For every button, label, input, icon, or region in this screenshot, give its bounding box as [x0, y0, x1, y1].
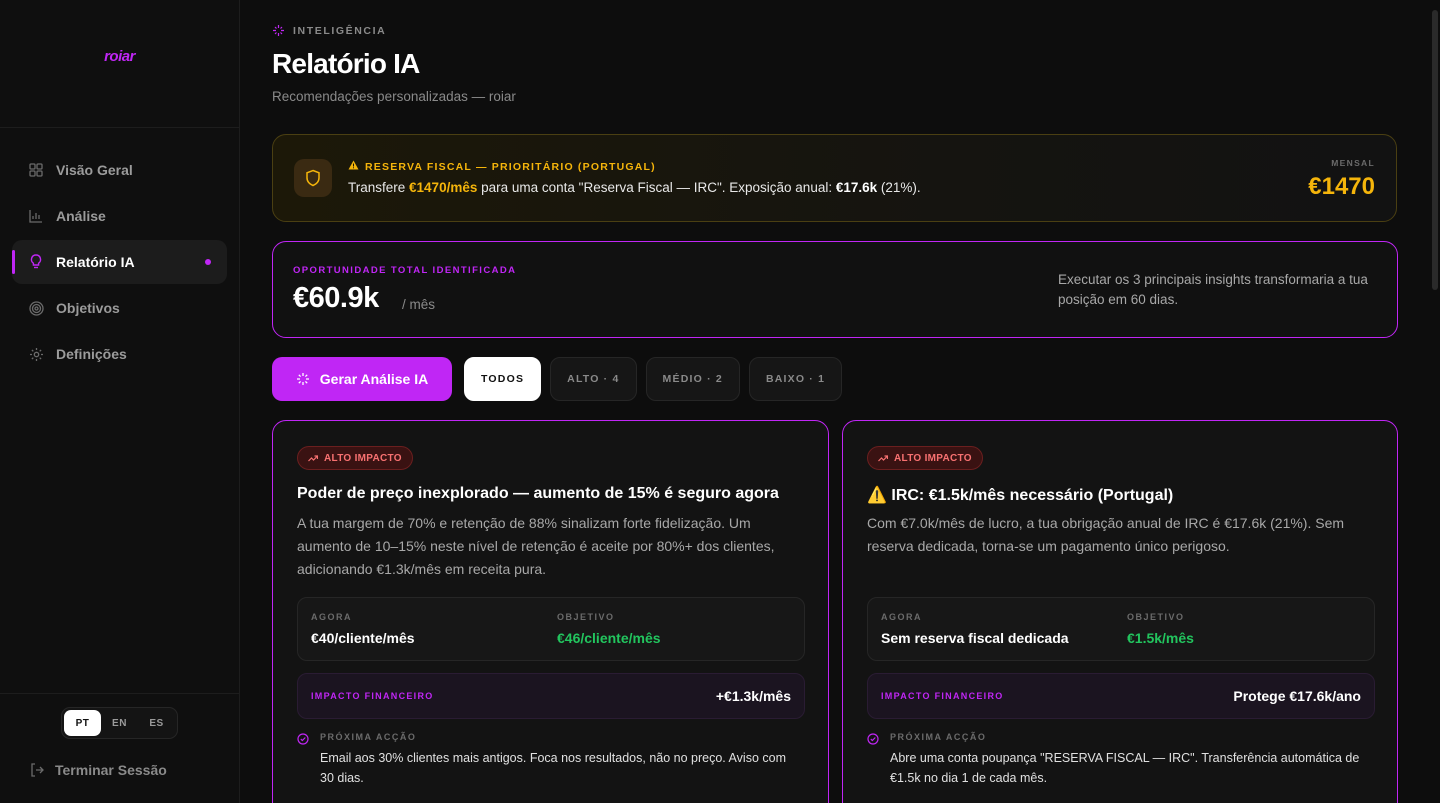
- financial-impact: IMPACTO FINANCEIRO Protege €17.6k/ano: [867, 673, 1375, 719]
- language-es-button[interactable]: ES: [138, 710, 175, 736]
- total-opportunity-card: OPORTUNIDADE TOTAL IDENTIFICADA €60.9k /…: [272, 241, 1398, 338]
- alert-amount-value: €1470: [1308, 173, 1375, 200]
- opportunity-value: €60.9k: [293, 282, 379, 314]
- sparkle-icon: [273, 25, 284, 36]
- insight-card[interactable]: ALTO IMPACTO ⚠️ IRC: €1.5k/mês necessári…: [842, 420, 1398, 803]
- check-circle-icon: [867, 733, 879, 745]
- metric-now: AGORA Sem reserva fiscal dedicada: [881, 612, 1069, 646]
- sidebar-item-label: Objetivos: [56, 300, 120, 316]
- metric-now: AGORA €40/cliente/mês: [311, 612, 415, 646]
- language-pt-button[interactable]: PT: [64, 710, 101, 736]
- metric-goal: OBJETIVO €1.5k/mês: [1127, 612, 1194, 646]
- logout-button[interactable]: Terminar Sessão: [30, 762, 167, 778]
- opportunity-label: OPORTUNIDADE TOTAL IDENTIFICADA: [293, 265, 517, 276]
- insight-metrics: AGORA €40/cliente/mês OBJETIVO €46/clien…: [297, 597, 805, 661]
- sidebar-item-objetivos[interactable]: Objetivos: [12, 286, 227, 330]
- insight-card[interactable]: ALTO IMPACTO Poder de preço inexplorado …: [272, 420, 829, 803]
- insight-title: ⚠️ IRC: €1.5k/mês necessário (Portugal): [867, 487, 1174, 504]
- language-en-button[interactable]: EN: [101, 710, 138, 736]
- sidebar-item-label: Relatório IA: [56, 254, 135, 270]
- insight-description: Com €7.0k/mês de lucro, a tua obrigação …: [867, 515, 1345, 554]
- filter-alto[interactable]: ALTO · 4: [550, 357, 637, 401]
- bar-chart-icon: [28, 208, 44, 224]
- language-switcher: PT EN ES: [61, 707, 178, 739]
- generate-ai-analysis-button[interactable]: Gerar Análise IA: [272, 357, 452, 401]
- sidebar-item-visao-geral[interactable]: Visão Geral: [12, 148, 227, 192]
- sidebar: roiar Visão Geral Análise Relatório IA O…: [0, 0, 240, 803]
- sidebar-item-label: Visão Geral: [56, 162, 133, 178]
- scrollbar-thumb[interactable]: [1432, 10, 1438, 290]
- trending-up-icon: [308, 454, 318, 461]
- sidebar-item-label: Definições: [56, 346, 127, 362]
- logout-icon: [31, 763, 44, 777]
- filter-baixo[interactable]: BAIXO · 1: [748, 357, 843, 401]
- active-indicator-dot: [205, 259, 211, 265]
- grid-icon: [28, 162, 44, 178]
- metric-goal: OBJETIVO €46/cliente/mês: [557, 612, 661, 646]
- impact-badge: ALTO IMPACTO: [867, 446, 983, 470]
- shield-icon: [294, 159, 332, 197]
- sidebar-item-label: Análise: [56, 208, 106, 224]
- impact-badge: ALTO IMPACTO: [297, 446, 413, 470]
- insights-toolbar: Gerar Análise IA TODOS ALTO · 4 MÉDIO · …: [272, 357, 851, 401]
- logo-area: roiar: [0, 0, 239, 128]
- sidebar-footer: PT EN ES Terminar Sessão: [0, 693, 239, 803]
- filter-todos[interactable]: TODOS: [464, 357, 542, 401]
- opportunity-description: Executar os 3 principais insights transf…: [1058, 272, 1368, 307]
- sidebar-item-analise[interactable]: Análise: [12, 194, 227, 238]
- insight-metrics: AGORA Sem reserva fiscal dedicada OBJETI…: [867, 597, 1375, 661]
- sidebar-item-relatorio-ia[interactable]: Relatório IA: [12, 240, 227, 284]
- financial-impact: IMPACTO FINANCEIRO +€1.3k/mês: [297, 673, 805, 719]
- logout-label: Terminar Sessão: [55, 762, 167, 778]
- warning-icon: [348, 160, 359, 173]
- sidebar-nav: Visão Geral Análise Relatório IA Objetiv…: [0, 128, 239, 376]
- fiscal-reserve-alert: RESERVA FISCAL — PRIORITÁRIO (PORTUGAL) …: [272, 134, 1397, 222]
- insight-description: A tua margem de 70% e retenção de 88% si…: [297, 515, 775, 577]
- section-eyebrow: INTELIGÊNCIA: [272, 24, 386, 37]
- brand-logo[interactable]: roiar: [104, 48, 135, 127]
- page-title: Relatório IA: [272, 48, 420, 79]
- page-scrollbar[interactable]: [1430, 0, 1440, 803]
- target-icon: [28, 300, 44, 316]
- insight-title: Poder de preço inexplorado — aumento de …: [297, 485, 779, 502]
- sparkle-icon: [296, 373, 309, 385]
- filter-medio[interactable]: MÉDIO · 2: [645, 357, 740, 401]
- alert-title: RESERVA FISCAL — PRIORITÁRIO (PORTUGAL): [348, 160, 656, 173]
- opportunity-unit: / mês: [402, 297, 436, 312]
- lightbulb-icon: [28, 254, 44, 270]
- trending-up-icon: [878, 454, 888, 461]
- page-subtitle: Recomendações personalizadas — roiar: [272, 89, 516, 104]
- alert-message: Transfere €1470/mês para uma conta "Rese…: [348, 180, 921, 195]
- gear-icon: [28, 346, 44, 362]
- alert-amount-label: MENSAL: [1331, 158, 1375, 168]
- check-circle-icon: [297, 733, 309, 745]
- sidebar-item-definicoes[interactable]: Definições: [12, 332, 227, 376]
